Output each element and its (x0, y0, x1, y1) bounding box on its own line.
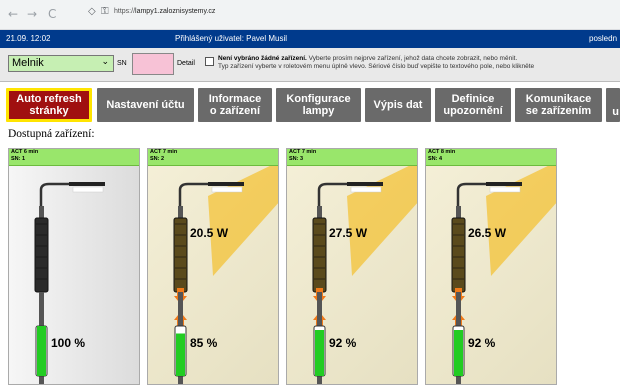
lamp-head-shape (208, 182, 244, 186)
lamp-illustration (451, 166, 556, 384)
chevron-down-icon: ⌄ (101, 57, 109, 67)
device-card-header: ACT 7 min SN: 2 (148, 149, 278, 166)
alert-definition-button[interactable]: Definice upozornění (435, 88, 511, 122)
more-menu-label: u (612, 106, 619, 118)
address-bar[interactable]: https://lampy1.zaloznisystemy.cz (114, 8, 215, 15)
device-info-button[interactable]: Informace o zařízení (198, 88, 272, 122)
tank-shape (451, 217, 466, 293)
notice-text: Není vybráno žádné zařízení. Vyberte pro… (218, 55, 534, 71)
forward-icon[interactable]: → (27, 7, 37, 21)
account-settings-label: Nastavení účtu (106, 99, 185, 111)
battery-percent: 92 % (329, 336, 357, 350)
lamp-light-plate (489, 186, 521, 193)
reload-icon[interactable]: C (48, 7, 56, 21)
device-act: ACT 8 min (428, 149, 456, 155)
back-icon[interactable]: ← (8, 7, 18, 21)
device-card[interactable]: ACT 6 min SN: 1 100 % (8, 148, 140, 385)
browser-toolbar: ← → C ◇ ⚿ https://lampy1.zaloznisystemy.… (0, 0, 620, 30)
power-readout: 27.5 W (329, 226, 368, 240)
lamp-head-shape (69, 182, 105, 186)
device-card-header: ACT 8 min SN: 4 (426, 149, 556, 166)
more-menu-button[interactable]: u (606, 88, 620, 122)
notice-bold: Není vybráno žádné zařízení. (218, 55, 307, 62)
main-menu: Auto refresh stránky Nastavení účtu Info… (0, 82, 620, 126)
devices-section-title: Dostupná zařízení: (8, 128, 95, 140)
device-communication-label: Komunikace se zařízením (525, 93, 592, 117)
notice-line2: Typ zařízení vyberte v roletovém menu úp… (218, 63, 535, 70)
device-card[interactable]: ACT 8 min SN: 4 26.5 W 92 % (425, 148, 557, 385)
detail-label: Detail (177, 60, 195, 67)
tank-shape (312, 217, 327, 293)
lamp-head-shape (486, 182, 522, 186)
status-bar: 21.09. 12:02 Přihlášený uživatel: Pavel … (0, 30, 620, 48)
alert-definition-label: Definice upozornění (443, 93, 503, 117)
device-communication-button[interactable]: Komunikace se zařízením (515, 88, 602, 122)
tank-shape (173, 217, 188, 293)
lamp-config-label: Konfigurace lampy (286, 93, 351, 117)
battery-percent: 92 % (468, 336, 496, 350)
battery-fill (37, 326, 46, 376)
device-info-label: Informace o zařízení (208, 93, 262, 117)
pole-upper-shape (39, 206, 44, 218)
logged-user: Přihlášený uživatel: Pavel Musil (175, 34, 288, 43)
device-act: ACT 7 min (150, 149, 178, 155)
sn-label: SN (117, 60, 127, 67)
detail-checkbox[interactable] (205, 57, 214, 66)
lamp-light-plate (211, 186, 243, 193)
location-select[interactable]: Melnik ⌄ (8, 55, 114, 72)
datetime: 21.09. 12:02 (6, 34, 51, 43)
device-act: ACT 7 min (289, 149, 317, 155)
device-card-header: ACT 6 min SN: 1 (9, 149, 139, 166)
data-listing-button[interactable]: Výpis dat (365, 88, 431, 122)
battery-fill (315, 330, 324, 376)
lamp-head-shape (347, 182, 383, 186)
lamp-config-button[interactable]: Konfigurace lampy (276, 88, 361, 122)
battery-fill (454, 330, 463, 376)
pole-upper-shape (317, 206, 322, 218)
power-readout: 26.5 W (468, 226, 507, 240)
url-domain: lampy1.zaloznisystemy.cz (135, 8, 216, 15)
tank-shape (34, 217, 49, 293)
device-act: ACT 6 min (11, 149, 39, 155)
device-card[interactable]: ACT 7 min SN: 2 20.5 W 85 % (147, 148, 279, 385)
lamp-illustration (312, 166, 417, 384)
device-sn: SN: 2 (150, 156, 165, 162)
power-readout: 20.5 W (190, 226, 229, 240)
device-sn: SN: 3 (289, 156, 304, 162)
data-listing-label: Výpis dat (373, 99, 423, 111)
pole-upper-shape (456, 206, 461, 218)
device-card-header: ACT 7 min SN: 3 (287, 149, 417, 166)
lamp-light-plate (72, 186, 104, 193)
filter-bar: Melnik ⌄ SN Detail Není vybráno žádné za… (0, 48, 620, 82)
device-card[interactable]: ACT 7 min SN: 3 27.5 W 92 % (286, 148, 418, 385)
status-right-text: posledn (589, 34, 618, 43)
battery-percent: 85 % (190, 336, 218, 350)
device-sn: SN: 4 (428, 156, 443, 162)
lamp-light-plate (350, 186, 382, 193)
pole-upper-shape (178, 206, 183, 218)
battery-percent: 100 % (51, 336, 86, 350)
lamp-illustration (173, 166, 278, 384)
lamp-illustration (34, 182, 105, 384)
auto-refresh-label: Auto refresh stránky (16, 93, 82, 117)
device-sn: SN: 1 (11, 156, 26, 162)
auto-refresh-button[interactable]: Auto refresh stránky (6, 88, 92, 122)
sn-input[interactable] (132, 53, 174, 75)
lock-icon[interactable]: ⚿ (101, 6, 109, 17)
notice-line1: Vyberte prosím nejprve zařízení, jehož d… (306, 55, 518, 62)
url-prefix: https:// (114, 8, 136, 15)
account-settings-button[interactable]: Nastavení účtu (97, 88, 194, 122)
location-value: Melnik (12, 57, 44, 69)
page-info-icon[interactable]: ◇ (88, 6, 96, 17)
battery-fill (176, 333, 185, 376)
